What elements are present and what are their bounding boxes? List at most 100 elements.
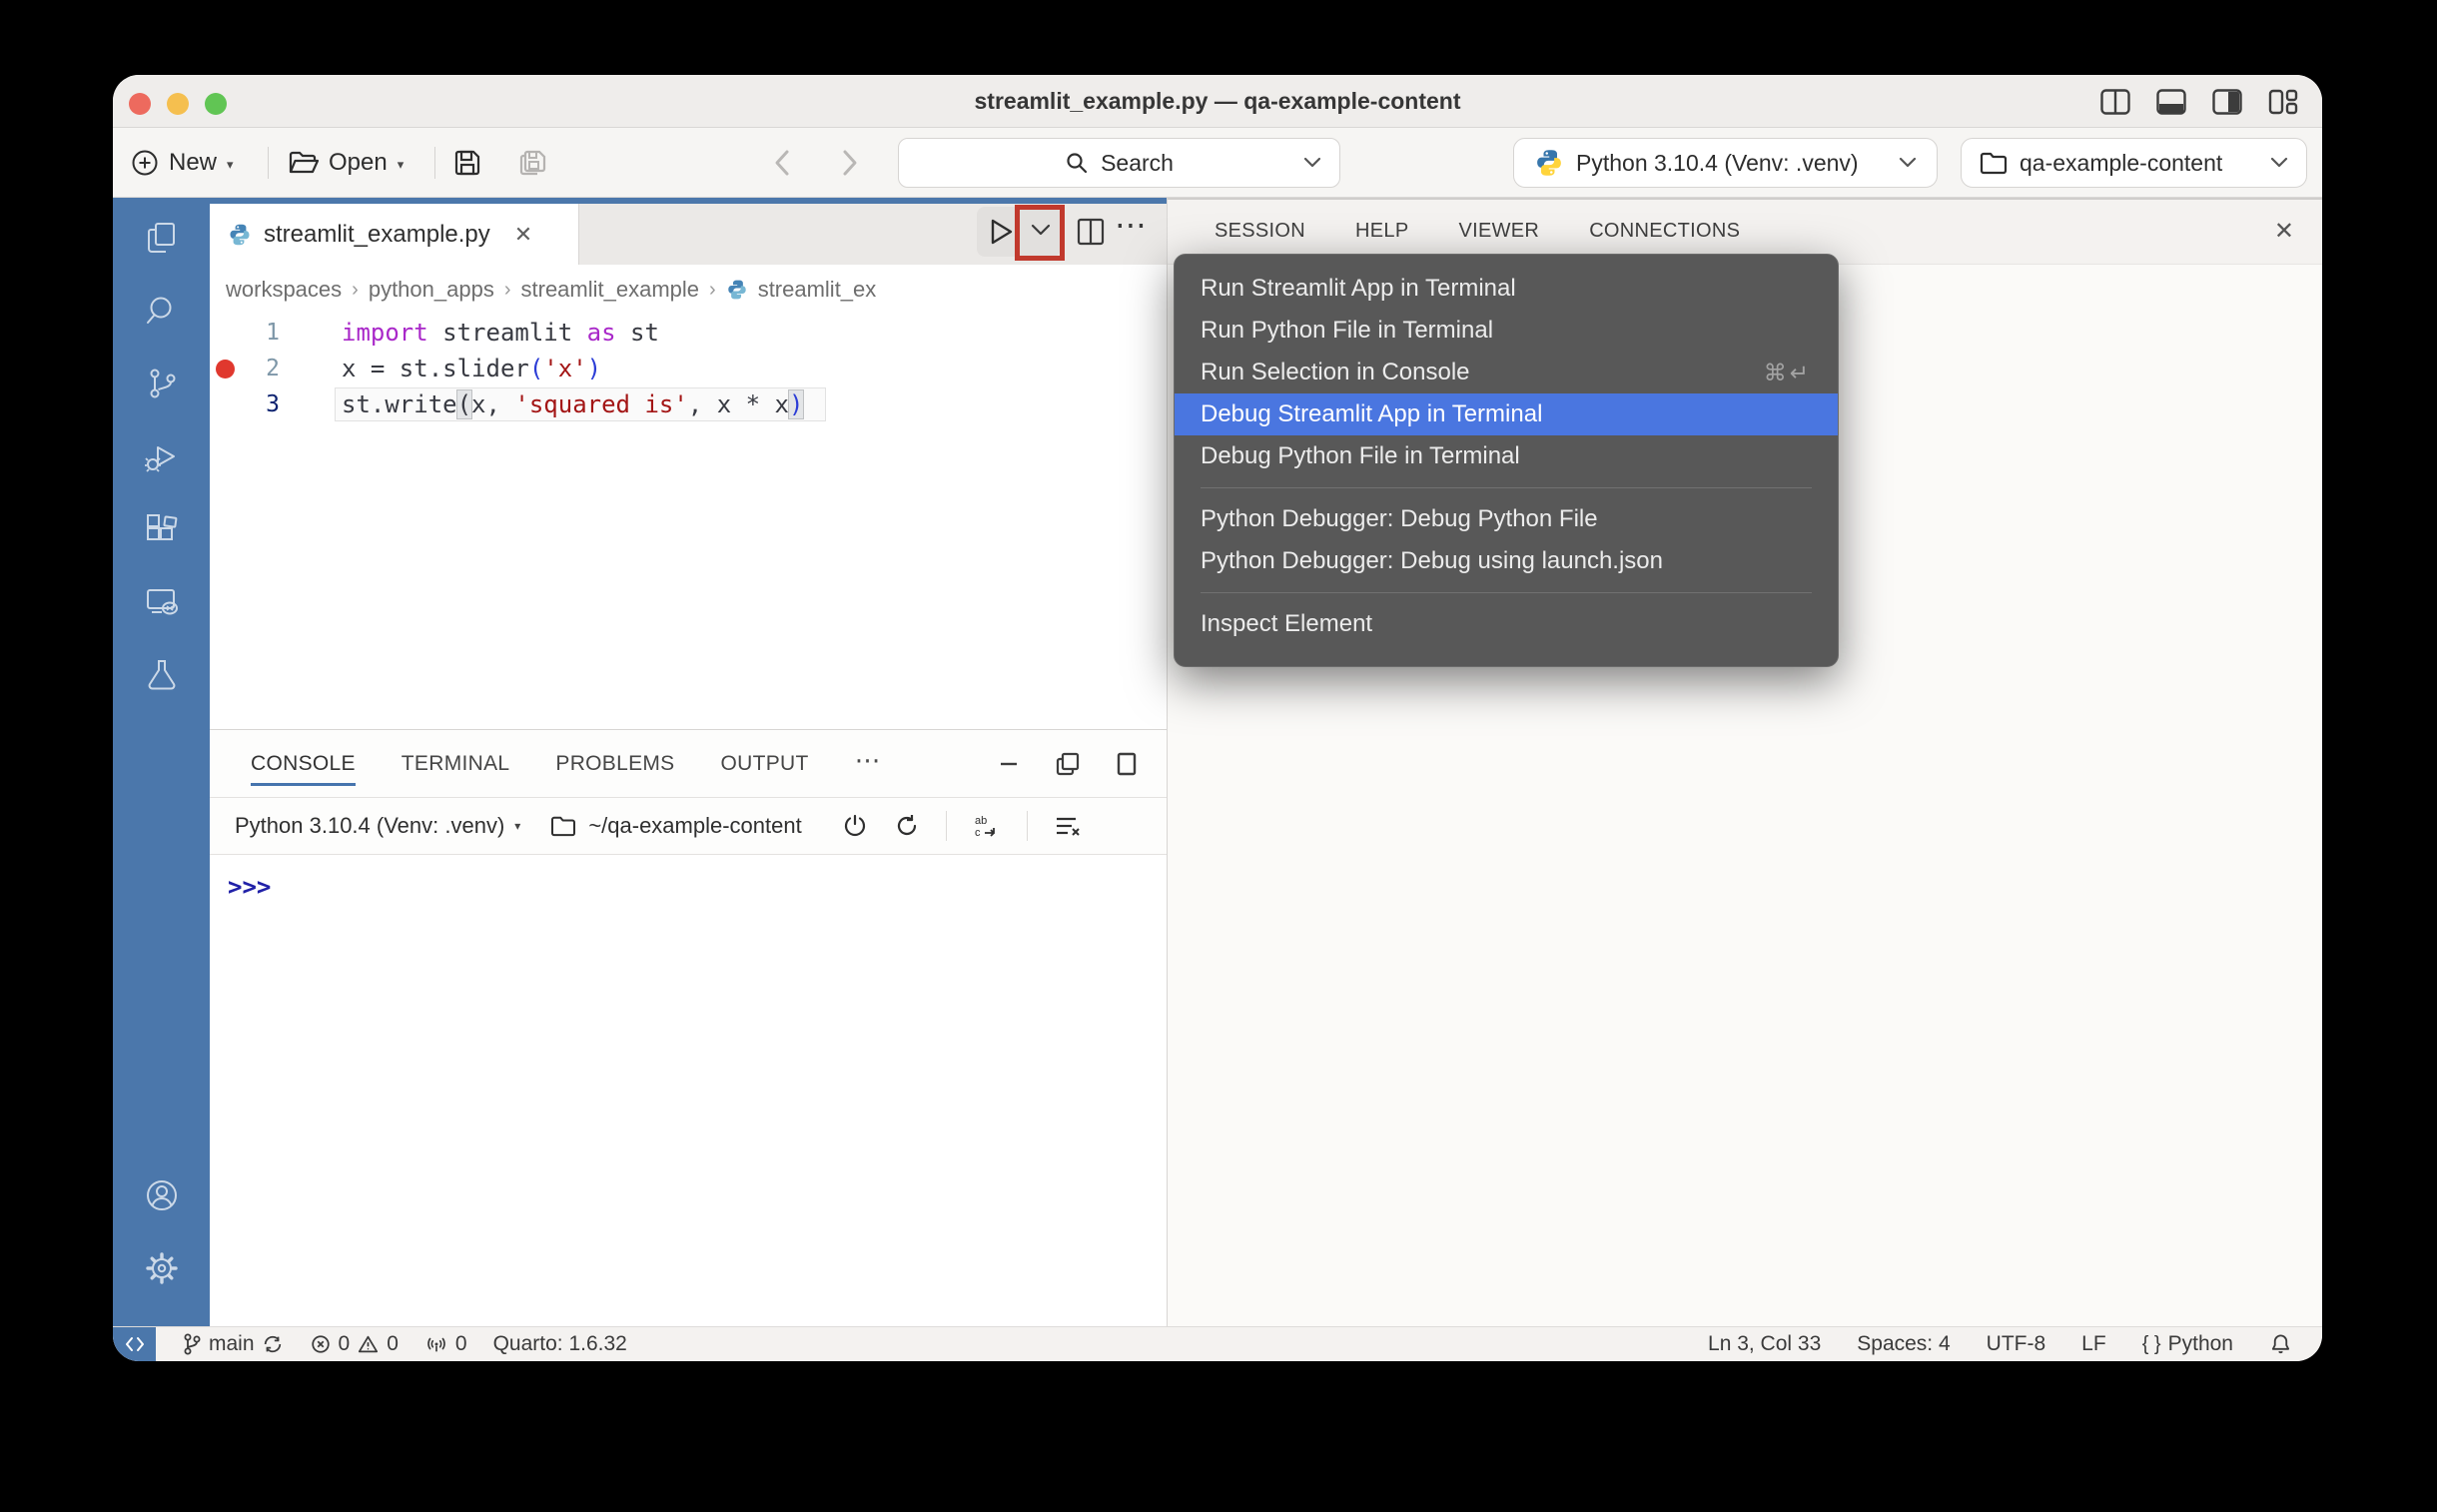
console-output[interactable]: >>>: [210, 855, 1167, 1326]
encoding-indicator[interactable]: UTF-8: [1987, 1332, 2046, 1356]
remote-explorer-icon[interactable]: [144, 584, 180, 620]
explorer-icon[interactable]: [144, 220, 180, 256]
interpreter-selector[interactable]: Python 3.10.4 (Venv: .venv): [1513, 138, 1938, 188]
save-all-button[interactable]: [516, 128, 548, 198]
menu-item[interactable]: Inspect Element: [1175, 603, 1838, 645]
dropdown-caret-icon: ▾: [398, 157, 405, 173]
breakpoint-icon[interactable]: [216, 360, 235, 378]
panel-restore-icon[interactable]: [1055, 751, 1081, 777]
code-line[interactable]: 2x = st.slider('x'): [210, 351, 1167, 386]
breadcrumb-item[interactable]: streamlit_ex: [758, 277, 877, 303]
panel-minimize-icon[interactable]: [997, 752, 1021, 776]
broadcast-icon: [424, 1333, 448, 1355]
dropdown-caret-icon: ▾: [514, 819, 520, 833]
warning-count: 0: [387, 1332, 399, 1356]
menu-item[interactable]: Run Python File in Terminal: [1175, 310, 1838, 352]
workspace-folder-selector[interactable]: qa-example-content: [1961, 138, 2307, 188]
cursor-position[interactable]: Ln 3, Col 33: [1708, 1332, 1821, 1356]
interpreter-label: Python 3.10.4 (Venv: .venv): [1576, 150, 1859, 177]
toggle-split-layout-icon[interactable]: [2100, 89, 2130, 115]
breadcrumb-item[interactable]: workspaces: [226, 277, 342, 303]
eol-indicator[interactable]: LF: [2081, 1332, 2106, 1356]
extensions-icon[interactable]: [144, 511, 180, 547]
code-line[interactable]: 3st.write(x, 'squared is', x * x): [210, 386, 1167, 422]
console-interpreter-selector[interactable]: Python 3.10.4 (Venv: .venv) ▾: [235, 813, 520, 839]
save-all-icon: [516, 148, 548, 178]
editor-more-actions-icon[interactable]: ⋯: [1115, 206, 1147, 244]
panel-tab-session[interactable]: SESSION: [1215, 220, 1305, 243]
console-prompt: >>>: [228, 873, 271, 901]
run-debug-icon[interactable]: [144, 438, 180, 474]
toggle-secondary-sidebar-icon[interactable]: [2212, 89, 2242, 115]
save-icon: [452, 148, 482, 178]
split-editor-icon[interactable]: [1077, 218, 1105, 246]
line-number: 3: [240, 391, 280, 417]
panel-tab-connections[interactable]: CONNECTIONS: [1589, 220, 1740, 243]
source-control-icon[interactable]: [144, 366, 180, 401]
ports-indicator[interactable]: 0: [424, 1332, 467, 1356]
menu-separator: [1201, 592, 1812, 593]
breadcrumb-separator-icon: ›: [504, 279, 511, 302]
panel-maximize-icon[interactable]: [1115, 751, 1139, 777]
code-editor[interactable]: 1import streamlit as st2x = st.slider('x…: [210, 315, 1167, 729]
restart-console-icon[interactable]: [894, 813, 920, 839]
shutdown-console-icon[interactable]: [842, 813, 868, 839]
account-icon[interactable]: [144, 1177, 180, 1213]
customize-layout-icon[interactable]: [2268, 89, 2298, 115]
panel-tab-help[interactable]: HELP: [1355, 220, 1408, 243]
code-line[interactable]: 1import streamlit as st: [210, 315, 1167, 351]
panel-tab-console[interactable]: CONSOLE: [251, 730, 356, 798]
toggle-panel-icon[interactable]: [2156, 89, 2186, 115]
branch-name: main: [209, 1332, 255, 1356]
tab-streamlit-example[interactable]: streamlit_example.py ✕: [210, 204, 579, 265]
menu-item[interactable]: Python Debugger: Debug Python File: [1175, 498, 1838, 540]
run-file-button[interactable]: [984, 214, 1018, 250]
python-file-icon: [726, 279, 748, 301]
remote-indicator[interactable]: [113, 1327, 156, 1362]
menu-item[interactable]: Debug Streamlit App in Terminal: [1175, 393, 1838, 435]
problems-indicator[interactable]: 0 0: [310, 1332, 399, 1356]
panel-tab-terminal[interactable]: TERMINAL: [402, 730, 510, 798]
breadcrumb-item[interactable]: python_apps: [369, 277, 494, 303]
menu-item[interactable]: Run Streamlit App in Terminal: [1175, 268, 1838, 310]
open-folder-icon: [289, 150, 319, 176]
panel-tab-viewer[interactable]: VIEWER: [1458, 220, 1539, 243]
menu-item[interactable]: Python Debugger: Debug using launch.json: [1175, 540, 1838, 582]
breadcrumb[interactable]: workspaces›python_apps›streamlit_example…: [210, 265, 1167, 315]
panel-tab-output[interactable]: OUTPUT: [721, 730, 809, 798]
search-sidebar-icon[interactable]: [144, 293, 180, 329]
dropdown-caret-icon: ▾: [227, 157, 234, 173]
window-title: streamlit_example.py — qa-example-conten…: [113, 75, 2322, 128]
word-wrap-icon[interactable]: abc: [973, 813, 1001, 839]
breadcrumb-item[interactable]: streamlit_example: [521, 277, 700, 303]
save-button[interactable]: [452, 128, 482, 198]
settings-gear-icon[interactable]: [144, 1250, 180, 1286]
menu-item[interactable]: Run Selection in Console⌘↵: [1175, 352, 1838, 393]
back-button[interactable]: [772, 128, 792, 198]
menu-separator: [1201, 487, 1812, 488]
testing-icon[interactable]: [144, 657, 180, 693]
panel-more-actions-icon[interactable]: ⋯: [855, 745, 881, 776]
open-button[interactable]: Open ▾: [289, 128, 404, 198]
tab-close-icon[interactable]: ✕: [514, 222, 532, 248]
panel-close-icon[interactable]: ✕: [2274, 198, 2294, 265]
new-button[interactable]: New ▾: [131, 128, 234, 198]
svg-text:c: c: [975, 827, 981, 839]
notifications-bell-icon[interactable]: [2269, 1332, 2292, 1356]
quarto-version[interactable]: Quarto: 1.6.32: [493, 1332, 627, 1356]
menu-item[interactable]: Debug Python File in Terminal: [1175, 435, 1838, 477]
folder-icon: [550, 815, 576, 837]
panel-tab-problems[interactable]: PROBLEMS: [555, 730, 674, 798]
indentation-indicator[interactable]: Spaces: 4: [1857, 1332, 1950, 1356]
search-input[interactable]: Search: [898, 138, 1340, 188]
run-dropdown-menu: Run Streamlit App in TerminalRun Python …: [1174, 254, 1839, 667]
branch-indicator[interactable]: main: [182, 1332, 284, 1356]
language-mode[interactable]: { } Python: [2142, 1332, 2233, 1356]
forward-button[interactable]: [840, 128, 860, 198]
braces-icon: { }: [2142, 1333, 2161, 1356]
chevron-down-icon: [1303, 157, 1321, 169]
search-icon: [1065, 151, 1089, 175]
clear-console-icon[interactable]: [1054, 814, 1082, 838]
python-file-icon: [228, 223, 252, 247]
line-number: 1: [240, 320, 280, 346]
